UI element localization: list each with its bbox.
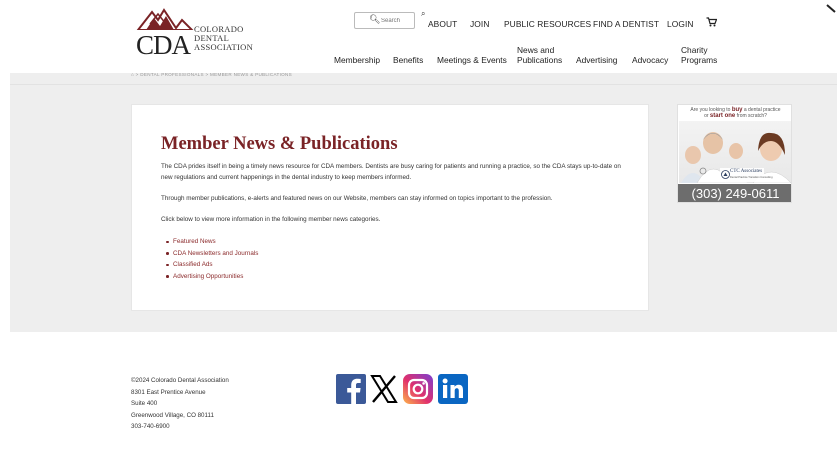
- site-header: CDA COLORADO DENTAL ASSOCIATION 🔍︎ ⌕ ABO…: [0, 0, 837, 73]
- nav-label: Meetings & Events: [437, 55, 507, 65]
- ctc-logo: CTC Associates Dental Practice Transitio…: [720, 168, 773, 182]
- logo-letters: CDA: [136, 30, 191, 60]
- nav-news-publications[interactable]: News and Publications: [517, 45, 562, 65]
- linkedin-icon[interactable]: [438, 374, 468, 404]
- nav-advocacy[interactable]: Advocacy: [632, 55, 668, 65]
- main-content-card: Member News & Publications The CDA pride…: [131, 104, 649, 311]
- topnav-find-a-dentist[interactable]: FIND A DENTIST: [593, 19, 659, 29]
- logo-line-3: ASSOCIATION: [194, 42, 254, 52]
- cda-logo[interactable]: CDA COLORADO DENTAL ASSOCIATION: [136, 8, 256, 60]
- nav-label: Benefits: [393, 55, 424, 65]
- breadcrumb: ⌂ > DENTAL PROFESSIONALS > MEMBER NEWS &…: [131, 72, 292, 77]
- ad-emphasis: start one: [709, 113, 736, 120]
- facebook-icon[interactable]: [336, 374, 366, 404]
- breadcrumb-divider: [10, 84, 837, 85]
- cart-icon[interactable]: [706, 17, 717, 27]
- footer-suite: Suite 400: [131, 400, 158, 408]
- search-toggle-icon[interactable]: ⌕: [421, 9, 425, 19]
- ad-headline: Are you looking to buy a dental practice…: [678, 107, 791, 120]
- footer-address: ©2024 Colorado Dental Association 8301 E…: [131, 375, 229, 433]
- nav-membership[interactable]: Membership: [334, 55, 380, 65]
- instagram-icon[interactable]: [403, 374, 433, 404]
- x-icon[interactable]: [369, 374, 399, 404]
- cursor-arrow-icon: [826, 4, 836, 13]
- ctc-tagline: Dental Practice Transition Consulting: [730, 176, 773, 179]
- ad-emphasis: buy: [731, 107, 743, 113]
- nav-meetings-events[interactable]: Meetings & Events: [437, 55, 507, 65]
- topnav-about[interactable]: ABOUT: [428, 19, 457, 29]
- footer-copyright: ©2024 Colorado Dental Association: [131, 377, 229, 384]
- link-advertising-opportunities[interactable]: Advertising Opportunities: [165, 271, 258, 283]
- nav-benefits[interactable]: Benefits: [393, 55, 423, 65]
- logo-name: COLORADO DENTAL ASSOCIATION: [194, 25, 253, 52]
- news-category-list: Featured News CDA Newsletters and Journa…: [165, 236, 258, 283]
- nav-advertising[interactable]: Advertising: [576, 55, 617, 65]
- nav-label-line-2: Programs: [681, 55, 718, 65]
- ctc-brand: CTC Associates: [730, 169, 763, 174]
- link-newsletters-journals[interactable]: CDA Newsletters and Journals: [165, 248, 258, 260]
- categories-paragraph: Click below to view more information in …: [161, 216, 381, 223]
- ad-phone-number[interactable]: (303) 249-0611: [678, 184, 791, 202]
- footer-phone[interactable]: 303-740-6900: [131, 421, 229, 433]
- ad-text: from scratch?: [735, 113, 767, 120]
- footer-city: Greenwood Village, CO 80111: [131, 411, 214, 419]
- nav-charity-programs[interactable]: Charity Programs: [681, 45, 717, 65]
- topnav-join[interactable]: JOIN: [470, 19, 489, 29]
- home-icon[interactable]: ⌂: [131, 72, 134, 77]
- search-input[interactable]: [381, 15, 413, 27]
- search-box[interactable]: 🔍︎: [354, 12, 415, 29]
- mountain-logo-icon: [136, 8, 194, 30]
- footer-street: 8301 East Prentice Avenue: [131, 388, 206, 396]
- ctc-advertisement[interactable]: Are you looking to buy a dental practice…: [677, 104, 792, 203]
- search-icon[interactable]: 🔍︎: [369, 14, 380, 25]
- link-featured-news[interactable]: Featured News: [165, 236, 258, 248]
- ad-team-photo: CTC Associates Dental Practice Transitio…: [679, 121, 791, 184]
- nav-label-line-1: News and: [517, 45, 555, 55]
- page: CDA COLORADO DENTAL ASSOCIATION 🔍︎ ⌕ ABO…: [0, 0, 837, 462]
- nav-label: Advertising: [576, 55, 618, 65]
- breadcrumb-trail[interactable]: > DENTAL PROFESSIONALS > MEMBER NEWS & P…: [136, 72, 292, 77]
- topnav-public-resources[interactable]: PUBLIC RESOURCES: [504, 19, 591, 29]
- ad-text: a dental practice: [742, 107, 781, 113]
- nav-label-line-2: Publications: [517, 55, 563, 65]
- ctc-emblem-icon: [721, 170, 730, 179]
- nav-label: Membership: [334, 55, 381, 65]
- ad-text: Are you looking to: [690, 107, 732, 113]
- intro-paragraph: The CDA prides itself in being a timely …: [161, 163, 621, 181]
- nav-label-line-1: Charity: [681, 45, 708, 55]
- publications-paragraph: Through member publications, e-alerts an…: [161, 195, 553, 202]
- topnav-login[interactable]: LOGIN: [667, 19, 694, 29]
- link-classified-ads[interactable]: Classified Ads: [165, 259, 258, 271]
- nav-label: Advocacy: [632, 55, 669, 65]
- page-title: Member News & Publications: [161, 134, 398, 154]
